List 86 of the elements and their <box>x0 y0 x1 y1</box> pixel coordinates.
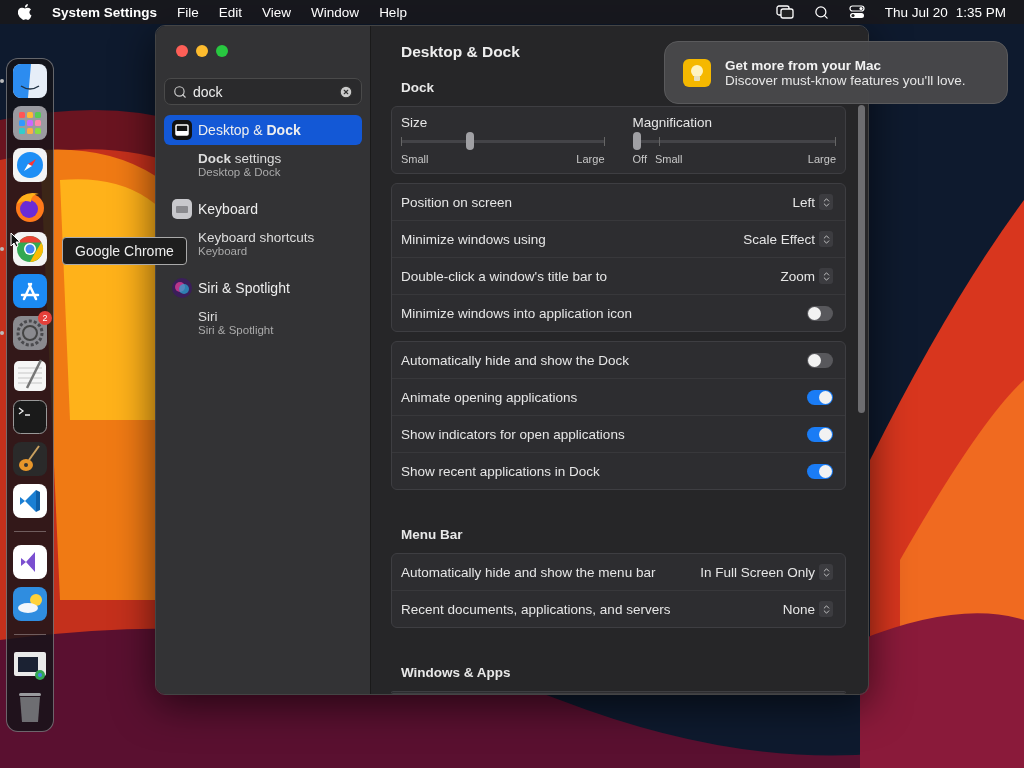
slider-min-label: Small <box>401 153 429 165</box>
guitar-icon[interactable] <box>13 442 47 476</box>
toggle-switch[interactable] <box>807 305 833 321</box>
gear-icon[interactable] <box>13 316 47 350</box>
code-editor-icon[interactable] <box>13 484 47 518</box>
menu-bar-time[interactable]: 1:35 PM <box>955 4 1006 20</box>
setting-label: Minimize windows using <box>401 231 547 247</box>
keyboard-icon <box>172 199 192 219</box>
lightbulb-icon <box>683 58 711 87</box>
section-heading: Menu Bar <box>400 526 464 544</box>
slider-min-label: Off <box>632 153 647 165</box>
slider-thumb[interactable] <box>632 132 641 150</box>
popup-button[interactable]: In Full Screen Only <box>700 564 833 580</box>
menu-bar-date[interactable]: Thu Jul 20 <box>884 4 948 20</box>
slider-label: Size <box>401 115 429 130</box>
slider-thumb[interactable] <box>465 132 474 150</box>
menu-item[interactable]: View <box>262 4 292 20</box>
slider-mid-label: Small <box>655 153 683 165</box>
terminal-icon[interactable] <box>13 400 47 434</box>
siri-orb-icon <box>172 278 192 298</box>
slider-track[interactable] <box>401 132 605 150</box>
setting-label: Automatically hide and show the Dock <box>401 352 631 368</box>
setting-label: Animate opening applications <box>401 389 579 405</box>
toggle-switch[interactable] <box>807 463 833 479</box>
section-heading: Dock <box>400 79 435 97</box>
menu-item[interactable]: Window <box>311 4 360 20</box>
apple-icon[interactable] <box>18 4 32 20</box>
notepad-pen-icon[interactable] <box>13 358 47 392</box>
slider-track[interactable] <box>632 132 836 150</box>
notification-badge: 2 <box>38 311 52 325</box>
search-result-location: Keyboard <box>198 245 249 257</box>
sidebar-item[interactable]: Siri & Spotlight <box>164 273 362 303</box>
chrome-icon[interactable] <box>13 232 47 266</box>
minimize-button[interactable] <box>196 45 208 57</box>
sidebar-item[interactable]: Desktop & Dock <box>164 115 362 145</box>
popup-button[interactable]: None <box>782 601 833 617</box>
setting-label: Double-click a window's title bar to <box>401 268 608 284</box>
search-icon <box>173 84 187 99</box>
tooltip: Google Chrome <box>62 237 187 265</box>
display-icon <box>172 120 192 140</box>
search-result-title[interactable]: Dock settings <box>198 151 362 166</box>
popup-button[interactable]: Zoom <box>780 268 833 284</box>
toggle-switch[interactable] <box>807 426 833 442</box>
search-result-title[interactable]: Keyboard shortcuts <box>198 230 362 245</box>
setting-label: Show indicators for open applications <box>401 426 626 442</box>
section-heading: Windows & Apps <box>400 664 512 682</box>
pane-title: Desktop & Dock <box>400 42 521 62</box>
grid-icon[interactable] <box>13 106 47 140</box>
search-input[interactable]: dock <box>193 83 333 100</box>
menu-item[interactable]: Help <box>379 4 407 20</box>
search-result-location: Desktop & Dock <box>198 166 282 178</box>
finder-icon[interactable] <box>13 64 47 98</box>
toggles-icon[interactable] <box>848 5 865 19</box>
pointer-icon <box>10 232 20 248</box>
notification-banner[interactable]: Get more from your Mac Discover must-know features you'll love. <box>664 41 1008 104</box>
slider-label: Magnification <box>632 115 714 130</box>
setting-label: Show recent applications in Dock <box>401 463 601 479</box>
toggle-switch[interactable] <box>807 352 833 368</box>
app-menu[interactable]: System Settings <box>52 4 158 20</box>
setting-label: Position on screen <box>401 194 514 210</box>
setting-label: Minimize windows into application icon <box>401 305 634 321</box>
notification-title: Get more from your Mac <box>725 57 883 73</box>
close-button[interactable] <box>176 45 188 57</box>
fox-globe-icon[interactable] <box>13 190 47 224</box>
search-field[interactable]: dock <box>164 78 362 105</box>
popup-button[interactable]: Scale Effect <box>743 231 833 247</box>
a-letterform-icon[interactable] <box>13 274 47 308</box>
search-result-location: Siri & Spotlight <box>198 324 275 336</box>
search-icon[interactable] <box>813 4 829 20</box>
menu-item[interactable]: Edit <box>218 4 243 20</box>
slider-max-label: Large <box>576 153 605 165</box>
toggle-switch[interactable] <box>807 389 833 405</box>
popup-button[interactable]: Left <box>792 194 833 210</box>
sidebar-item[interactable]: Keyboard <box>164 194 362 224</box>
setting-label: Automatically hide and show the menu bar <box>401 564 657 580</box>
setting-label: Recent documents, applications, and servers <box>401 601 672 617</box>
scrollbar-thumb[interactable] <box>857 105 865 413</box>
notification-body: Discover must-know features you'll love. <box>725 72 966 88</box>
menu-item[interactable]: File <box>177 4 199 20</box>
zoom-button[interactable] <box>216 45 228 57</box>
overlapping-windows-icon[interactable] <box>775 5 794 19</box>
search-result-title[interactable]: Siri <box>198 309 362 324</box>
cloud-sun-icon[interactable] <box>13 587 47 621</box>
slider-max-label: Large <box>807 153 836 165</box>
compass-icon[interactable] <box>13 148 47 182</box>
clear-icon[interactable] <box>339 84 353 99</box>
